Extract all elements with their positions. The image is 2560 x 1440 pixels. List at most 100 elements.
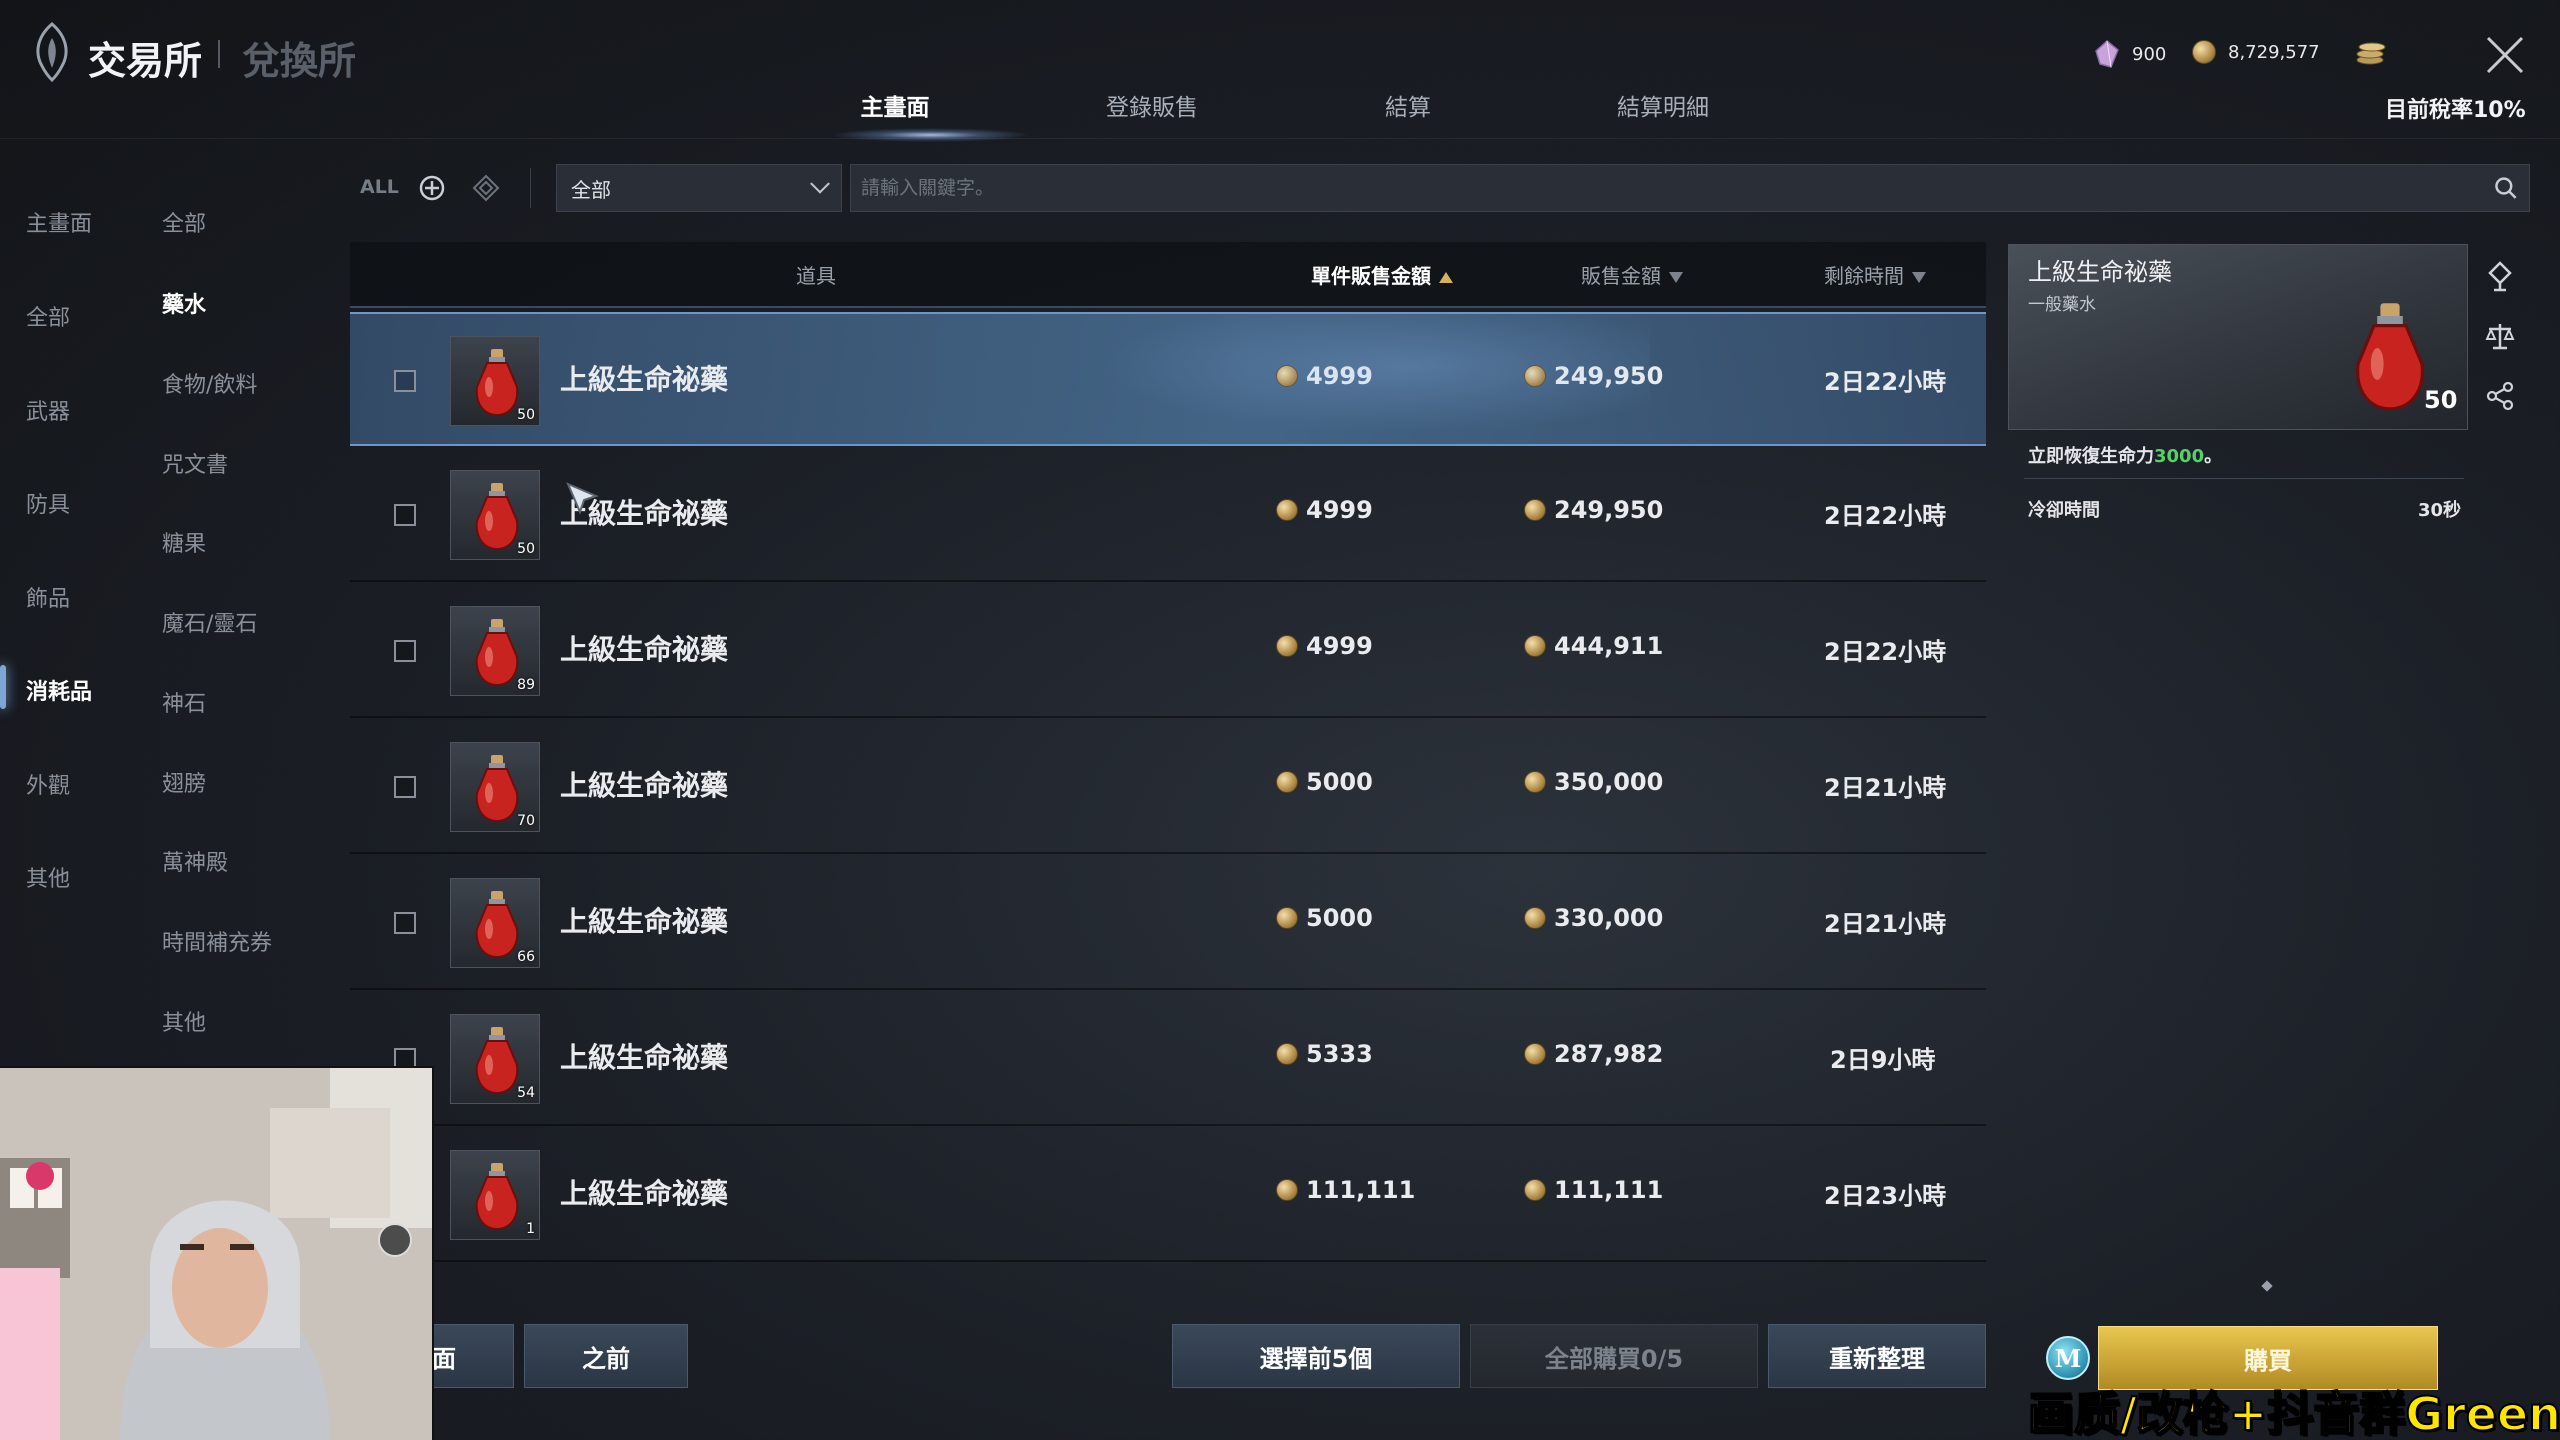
detail-effect-prefix: 立即恢復生命力 xyxy=(2028,446,2154,467)
nav-other[interactable]: 其他 xyxy=(26,861,70,893)
tab-main[interactable]: 主畫面 xyxy=(785,88,1005,122)
search-input[interactable] xyxy=(861,177,2494,199)
nav-armor[interactable]: 防具 xyxy=(26,487,70,519)
table-row[interactable]: 89 上級生命祕藥 4999 444,911 2日22小時 xyxy=(350,584,1986,718)
nav-consumables[interactable]: 消耗品 xyxy=(26,674,92,706)
column-total-price[interactable]: 販售金額 xyxy=(1581,260,1683,289)
table-header: 道具 單件販售金額 販售金額 剩餘時間 xyxy=(350,242,1986,308)
subnav-magic-stones[interactable]: 魔石/靈石 xyxy=(162,606,257,638)
nav-active-marker xyxy=(0,665,6,709)
row-checkbox[interactable] xyxy=(394,370,416,392)
crystal-currency: 900 xyxy=(2094,40,2166,68)
table-row[interactable]: 54 上級生命祕藥 5333 287,982 2日9小時 xyxy=(350,992,1986,1126)
m-badge-icon: M xyxy=(2046,1336,2090,1380)
subnav-potions[interactable]: 藥水 xyxy=(162,287,206,319)
total-price-cell: 350,000 xyxy=(1524,768,1663,796)
nav-all[interactable]: 全部 xyxy=(26,300,70,332)
gold-coin-icon xyxy=(1276,1043,1298,1065)
remaining-time-cell: 2日22小時 xyxy=(1824,638,1947,666)
sort-descending-icon xyxy=(1912,272,1926,283)
header-divider xyxy=(0,138,2560,139)
nav-main[interactable]: 主畫面 xyxy=(26,206,92,238)
subnav-candy[interactable]: 糖果 xyxy=(162,526,206,558)
share-icon[interactable] xyxy=(2484,380,2516,412)
detail-divider xyxy=(2024,478,2464,479)
prev-page-button[interactable]: 之前 xyxy=(524,1324,688,1388)
tab-settlement-details[interactable]: 結算明細 xyxy=(1553,88,1773,122)
total-price-cell: 249,950 xyxy=(1524,496,1663,524)
table-row[interactable]: 1 上級生命祕藥 111,111 111,111 2日23小時 xyxy=(350,1128,1986,1262)
row-checkbox[interactable] xyxy=(394,912,416,934)
search-bar xyxy=(850,164,2530,212)
total-price-cell: 249,950 xyxy=(1524,362,1663,390)
unit-price-cell: 4999 xyxy=(1276,632,1373,660)
subnav-pantheon[interactable]: 萬神殿 xyxy=(162,845,228,877)
compare-scale-icon[interactable] xyxy=(2484,320,2516,352)
search-icon[interactable] xyxy=(2493,175,2519,201)
subnav-scrolls[interactable]: 咒文書 xyxy=(162,447,228,479)
column-unit-price-label: 單件販售金額 xyxy=(1311,264,1431,288)
detail-item-type: 一般藥水 xyxy=(2028,295,2096,315)
subnav-other[interactable]: 其他 xyxy=(162,1005,206,1037)
subnav-food[interactable]: 食物/飲料 xyxy=(162,367,257,399)
column-total-price-label: 販售金額 xyxy=(1581,264,1661,288)
item-icon-slot: 54 xyxy=(450,1014,540,1104)
nav-weapons[interactable]: 武器 xyxy=(26,394,70,426)
item-icon-slot: 66 xyxy=(450,878,540,968)
crosshair-filter-icon[interactable] xyxy=(418,174,446,202)
item-name: 上級生命祕藥 xyxy=(560,363,729,396)
close-icon[interactable] xyxy=(2480,30,2530,80)
subnav-wings[interactable]: 翅膀 xyxy=(162,766,206,798)
unit-price-value: 111,111 xyxy=(1306,1176,1416,1204)
remaining-time-cell: 2日21小時 xyxy=(1824,774,1947,802)
row-checkbox[interactable] xyxy=(394,504,416,526)
subnav-god-stones[interactable]: 神石 xyxy=(162,686,206,718)
gold-amount: 8,729,577 xyxy=(2228,41,2320,63)
total-price-value: 111,111 xyxy=(1554,1176,1664,1204)
coin-stack-icon[interactable] xyxy=(2354,38,2390,66)
total-price-cell: 111,111 xyxy=(1524,1176,1663,1204)
webcam-figure xyxy=(0,1068,432,1440)
total-price-value: 444,911 xyxy=(1554,632,1664,660)
total-price-value: 287,982 xyxy=(1554,1040,1664,1068)
tab-settlement[interactable]: 結算 xyxy=(1298,88,1518,122)
gold-coin-icon xyxy=(1524,499,1546,521)
chevron-down-icon xyxy=(810,173,830,194)
detail-item-qty: 50 xyxy=(2424,386,2458,414)
table-row[interactable]: 70 上級生命祕藥 5000 350,000 2日21小時 xyxy=(350,720,1986,854)
unit-price-value: 5000 xyxy=(1306,768,1373,796)
row-checkbox[interactable] xyxy=(394,776,416,798)
nav-accessories[interactable]: 飾品 xyxy=(26,581,70,613)
unit-price-cell: 4999 xyxy=(1276,496,1373,524)
gem-filter-icon[interactable] xyxy=(472,174,500,202)
exchange-tab-title[interactable]: 兌換所 xyxy=(242,30,356,85)
gold-coin-icon xyxy=(1276,365,1298,387)
remaining-time-cell: 2日23小時 xyxy=(1824,1182,1947,1210)
column-remaining-time[interactable]: 剩餘時間 xyxy=(1824,260,1926,289)
gold-coin-icon xyxy=(1524,1043,1546,1065)
filter-all-button[interactable]: ALL xyxy=(360,176,399,198)
gold-coin-icon xyxy=(2192,40,2216,64)
column-unit-price[interactable]: 單件販售金額 xyxy=(1311,260,1453,289)
select-first5-button[interactable]: 選擇前5個 xyxy=(1172,1324,1460,1388)
column-remaining-time-label: 剩餘時間 xyxy=(1824,264,1904,288)
item-icon-slot: 50 xyxy=(450,470,540,560)
nav-appearance[interactable]: 外觀 xyxy=(26,768,70,800)
row-checkbox[interactable] xyxy=(394,640,416,662)
potion-icon xyxy=(475,619,519,687)
category-dropdown[interactable]: 全部 xyxy=(556,164,842,212)
total-price-cell: 287,982 xyxy=(1524,1040,1663,1068)
total-price-value: 249,950 xyxy=(1554,496,1664,524)
total-price-cell: 444,911 xyxy=(1524,632,1663,660)
pin-diamond-icon[interactable] xyxy=(2484,260,2516,292)
subnav-time-vouchers[interactable]: 時間補充券 xyxy=(162,925,272,957)
buy-all-button[interactable]: 全部購買0/5 xyxy=(1470,1324,1758,1388)
table-row[interactable]: 50 上級生命祕藥 4999 249,950 2日22小時 xyxy=(350,312,1986,446)
refresh-button[interactable]: 重新整理 xyxy=(1768,1324,1986,1388)
tab-register-sale[interactable]: 登錄販售 xyxy=(1042,88,1262,122)
gold-coin-icon xyxy=(1276,499,1298,521)
table-row[interactable]: 66 上級生命祕藥 5000 330,000 2日21小時 xyxy=(350,856,1986,990)
crystal-amount: 900 xyxy=(2132,43,2167,65)
remaining-time-cell: 2日21小時 xyxy=(1824,910,1947,938)
subnav-all[interactable]: 全部 xyxy=(162,206,206,238)
